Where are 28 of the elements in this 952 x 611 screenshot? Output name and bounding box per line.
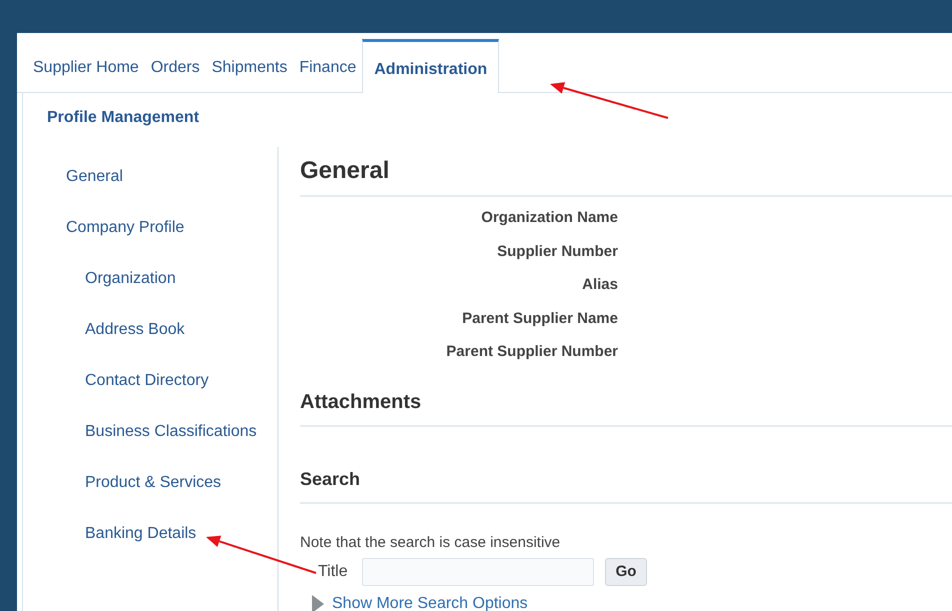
sidebar-link[interactable]: Organization xyxy=(85,267,176,291)
go-button[interactable]: Go xyxy=(604,558,648,586)
section-heading: General xyxy=(300,156,390,186)
sidebar-link[interactable]: Product & Services xyxy=(85,471,222,495)
search-note: Note that the search is case insensitive xyxy=(300,532,560,552)
sidebar-link[interactable]: Contact Directory xyxy=(85,369,209,393)
sidebar-link[interactable]: Banking Details xyxy=(85,522,196,546)
section-heading: Attachments xyxy=(300,390,422,414)
field-label: Alias xyxy=(582,275,618,295)
nav-tab[interactable]: Orders xyxy=(144,44,206,92)
field-label: Parent Supplier Name xyxy=(462,308,618,328)
sidebar-link[interactable]: Business Classifications xyxy=(85,420,257,444)
nav-tab[interactable]: Shipments xyxy=(206,44,294,92)
field-label: Parent Supplier Number xyxy=(446,342,618,362)
subtab-label[interactable]: Profile Management xyxy=(23,93,200,130)
nav-tab[interactable]: Finance xyxy=(293,44,362,92)
field-label: Supplier Number xyxy=(497,242,618,262)
sidebar-link[interactable]: General xyxy=(66,165,123,189)
sidebar-link[interactable]: Company Profile xyxy=(66,216,184,240)
field-label: Organization Name xyxy=(481,208,618,228)
nav-tab[interactable]: Administration xyxy=(362,39,500,93)
subsection-heading: Search xyxy=(300,468,360,490)
title-label: Title xyxy=(318,562,348,582)
expand-triangle-icon[interactable] xyxy=(312,595,324,611)
sidebar-link[interactable]: Address Book xyxy=(85,318,185,342)
show-more-link[interactable]: Show More Search Options xyxy=(332,592,528,611)
nav-tab[interactable]: Supplier Home xyxy=(27,44,145,92)
title-field[interactable] xyxy=(362,558,594,586)
